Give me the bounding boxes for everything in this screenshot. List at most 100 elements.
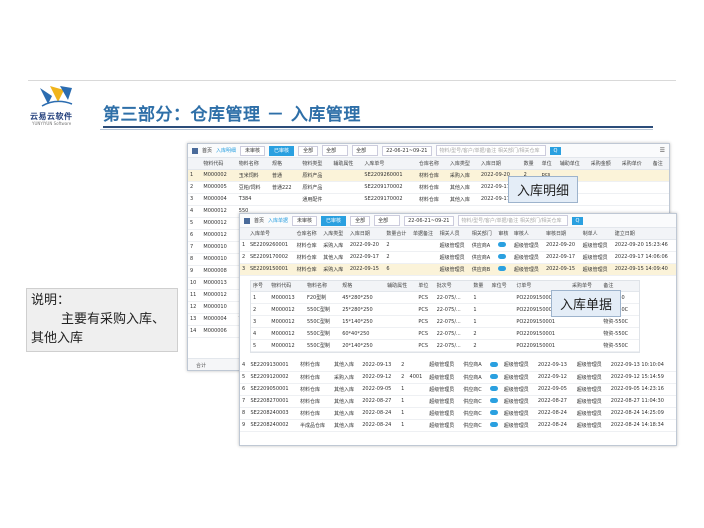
column-header[interactable]: 入库类型 <box>447 158 479 170</box>
audit-toggle[interactable] <box>489 386 498 391</box>
column-header[interactable]: 入库类型 <box>321 228 348 240</box>
callout-inbound-document: 入库单据 <box>551 290 622 317</box>
search-input[interactable]: 物料/型号/客户/单据/备注 相关部门/相关仓库 <box>435 145 546 156</box>
tab-current[interactable]: 入库单据 <box>268 217 288 224</box>
column-header[interactable]: 相关人员 <box>437 228 470 240</box>
column-header[interactable]: 数量合计 <box>384 228 412 240</box>
table-row[interactable]: 7 SE2208270001 材料仓库 其他入库 2022-08-27 1 超级管理员 供应商… <box>240 395 676 408</box>
table-cell <box>411 263 438 276</box>
column-header[interactable]: 辅助单位 <box>557 158 589 170</box>
table-cell: 6 <box>188 229 202 242</box>
audit-toggle[interactable] <box>489 361 498 367</box>
table-row[interactable]: 3 M000012 550C型制 15*140*250 PCS 22-075/... 1 PO… <box>251 315 639 328</box>
column-header[interactable]: 物料代码 <box>201 158 237 170</box>
column-header[interactable]: 制单人 <box>580 228 613 240</box>
table-cell: 3 <box>251 315 270 328</box>
table-cell: 5 <box>240 371 249 384</box>
column-header[interactable]: 审核人 <box>511 228 544 240</box>
audit-toggle[interactable] <box>498 242 507 247</box>
column-header[interactable]: 规格 <box>340 280 386 292</box>
column-header[interactable]: 采购单价 <box>619 158 651 170</box>
select-a[interactable]: 全部 <box>322 145 349 156</box>
filter-pending-button[interactable]: 未审核 <box>292 215 318 226</box>
table-row[interactable]: 5 M000012 550C型制 20*140*250 PCS 22-075/... 2 PO… <box>251 339 639 352</box>
column-header[interactable]: 辅助属性 <box>385 280 417 292</box>
search-button[interactable]: Q <box>571 216 584 225</box>
table-cell: SE2209170002 <box>362 181 417 194</box>
table-row[interactable]: 8 SE2208240003 材料仓库 其他入库 2022-08-24 1 超级管理员 供应商… <box>240 407 676 420</box>
table-row[interactable]: 4 M000012 550C型制 60*40*250 PCS 22-075/... 2 PO2… <box>251 327 639 340</box>
table-row[interactable]: 5 SE2209120002 材料仓库 采购入库 2022-09-12 2 4001 超级管理… <box>240 371 676 384</box>
tab-current[interactable]: 入库明细 <box>216 147 236 154</box>
column-header[interactable]: 入库单号 <box>362 158 417 170</box>
column-header[interactable]: 采购金额 <box>588 158 620 170</box>
audit-toggle[interactable] <box>489 410 498 415</box>
table-cell: 2 <box>471 327 490 340</box>
select-a[interactable]: 全部 <box>374 215 401 226</box>
select-b[interactable]: 全部 <box>352 145 379 156</box>
audit-toggle[interactable] <box>498 266 507 271</box>
filter-approved-button[interactable]: 已审核 <box>269 145 295 156</box>
menu-icon[interactable] <box>192 147 198 154</box>
table-cell: M000012 <box>269 327 305 340</box>
audit-toggle[interactable] <box>489 422 498 427</box>
column-header[interactable]: 单位 <box>539 158 558 170</box>
column-header[interactable]: 相关部门 <box>469 228 497 240</box>
date-range-picker[interactable]: 22-06-21~09-21 <box>404 215 454 226</box>
search-input[interactable]: 物料/型号/客户/单据/备注 相关部门/相关仓库 <box>457 215 568 226</box>
column-header[interactable]: 入库单号 <box>247 228 295 240</box>
audit-toggle[interactable] <box>498 254 507 259</box>
column-header[interactable]: 辅助属性 <box>331 158 363 170</box>
table-cell <box>487 419 502 432</box>
column-header[interactable]: 物料名称 <box>304 280 341 292</box>
filter-all-button[interactable]: 全部 <box>298 145 319 156</box>
table-cell: 超级管理员 <box>427 419 462 432</box>
table-cell: 通用配件 <box>300 193 332 206</box>
column-header[interactable]: 建立日期 <box>612 228 676 240</box>
search-button[interactable]: Q <box>549 146 562 155</box>
table-row[interactable]: 1 M000002 玉米饲料 普通 原料产品 SE2209260001 材料仓库 采购入库 20… <box>188 169 669 182</box>
column-header[interactable]: 批次号 <box>434 280 472 292</box>
table-row[interactable]: 9 SE2208240002 半成品仓库 其他入库 2022-08-24 1 超级管理员 供应… <box>240 419 676 432</box>
audit-toggle[interactable] <box>489 374 498 379</box>
column-header[interactable]: 规格 <box>269 158 301 170</box>
page-title: 第三部分：仓库管理 － 入库管理 <box>103 105 361 125</box>
column-header[interactable]: 物料代码 <box>269 280 305 292</box>
column-header[interactable]: 审核日期 <box>543 228 581 240</box>
table-row[interactable]: 2 SE2209170002 材料仓库 其他入库 2022-09-17 2 超级管理员 供应商… <box>240 251 676 264</box>
settings-icon[interactable]: ☰ <box>660 147 665 154</box>
table-row[interactable]: 3 SE2209150001 材料仓库 采购入库 2022-09-15 6 超级管理员 供应商… <box>240 263 676 276</box>
column-header[interactable]: 仓库名称 <box>416 158 448 170</box>
table-row[interactable]: 2 M000005 豆粕/饲料 普通222 原料产品 SE2209170002 材料仓库 其他… <box>188 181 669 194</box>
table-cell: PCS <box>416 339 435 352</box>
tab-home[interactable]: 首页 <box>254 217 264 224</box>
column-header[interactable]: 仓库名称 <box>294 228 322 240</box>
column-header[interactable]: 备注 <box>650 158 669 170</box>
date-range-picker[interactable]: 22-06-21~09-21 <box>382 145 432 156</box>
table-row[interactable]: 3 M000004 T384 通用配件 SE2209170002 材料仓库 其他入库 2022… <box>188 193 669 206</box>
column-header[interactable]: 数量 <box>521 158 540 170</box>
column-header[interactable]: 库位号 <box>489 280 515 292</box>
logo-sub-text: YUNYIYUN Software <box>32 121 72 126</box>
column-header[interactable]: 数量 <box>471 280 490 292</box>
column-header[interactable]: 单位 <box>416 280 435 292</box>
audit-toggle[interactable] <box>489 398 498 403</box>
filter-approved-button[interactable]: 已审核 <box>321 215 347 226</box>
filter-pending-button[interactable]: 未审核 <box>240 145 266 156</box>
tab-home[interactable]: 首页 <box>202 147 212 154</box>
filter-all-button[interactable]: 全部 <box>350 215 371 226</box>
column-header[interactable]: 序号 <box>251 280 270 292</box>
table-row[interactable]: 6 SE2209050001 材料仓库 其他入库 2022-09-05 1 超级管理员 供应商… <box>240 383 676 396</box>
column-header[interactable] <box>240 228 248 240</box>
column-header[interactable]: 入库日期 <box>478 158 522 170</box>
column-header[interactable]: 审核 <box>496 228 512 240</box>
table-row[interactable]: 4 SE2209130001 材料仓库 其他入库 2022-09-13 2 超级管理员 供应商… <box>240 359 676 372</box>
column-header[interactable]: 入库日期 <box>347 228 385 240</box>
column-header[interactable]: 物料类型 <box>300 158 332 170</box>
column-header[interactable]: 单据备注 <box>411 228 438 240</box>
column-header[interactable]: 物料名称 <box>236 158 270 170</box>
table-row[interactable]: 1 SE2209260001 材料仓库 采购入库 2022-09-20 2 超级管理员 供应商… <box>240 239 676 252</box>
table-cell: 1 <box>251 291 270 304</box>
column-header[interactable] <box>188 158 202 170</box>
menu-icon[interactable] <box>244 217 250 224</box>
